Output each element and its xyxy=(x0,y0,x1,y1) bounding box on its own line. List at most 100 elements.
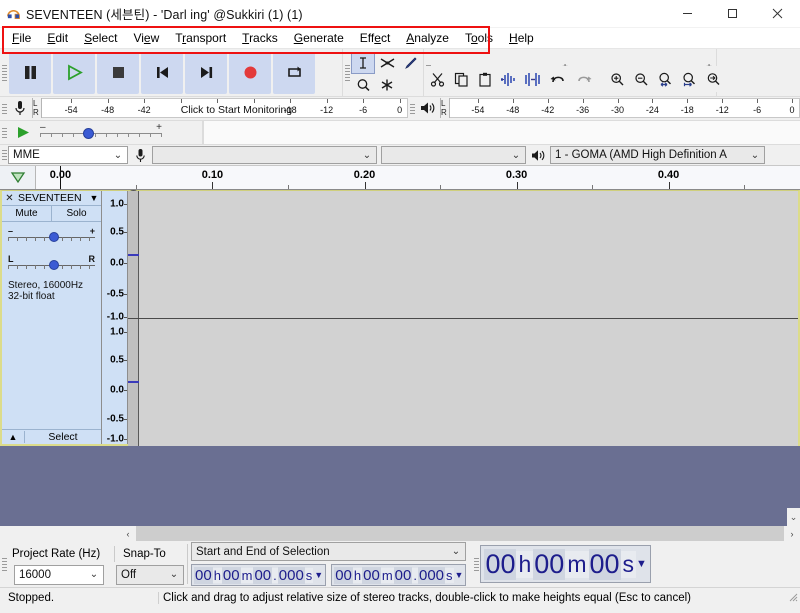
waveform-channel-right[interactable] xyxy=(128,319,798,446)
device-toolbar-grip[interactable] xyxy=(0,150,8,160)
play-button[interactable] xyxy=(53,51,95,94)
zoom-toggle-button[interactable] xyxy=(701,68,725,90)
recording-meter-grip[interactable] xyxy=(0,97,8,120)
redo-button[interactable] xyxy=(571,68,597,90)
vruler-bot-2: 0.5 xyxy=(110,354,124,366)
loop-button[interactable] xyxy=(273,51,315,94)
track-menu-caret-icon[interactable]: ▼ xyxy=(87,193,101,203)
project-rate-select[interactable]: 16000 ⌄ xyxy=(14,564,104,585)
start-minutes: 00 xyxy=(221,566,241,584)
hscroll-right-arrow[interactable]: › xyxy=(784,526,800,541)
position-time-spinner-icon[interactable]: ▼ xyxy=(636,558,647,570)
chevron-down-icon: ⌄ xyxy=(89,569,99,580)
playspeed-toolbar-grip[interactable] xyxy=(0,121,8,144)
end-seconds: 00 xyxy=(393,566,413,584)
playback-meter-scale[interactable]: -54 -48 -42 -36 -30 -24 -18 -12 -6 0 xyxy=(450,98,800,118)
pause-button[interactable] xyxy=(9,51,51,94)
skip-to-end-button[interactable] xyxy=(185,51,227,94)
ruler-label-1: 0.10 xyxy=(201,169,224,181)
selection-toolbar-grip[interactable] xyxy=(0,543,8,585)
selection-start-time[interactable]: 00 h 00 m 00 . 000 s ▼ xyxy=(191,564,327,586)
menu-help[interactable]: Help xyxy=(501,29,542,47)
draw-tool[interactable] xyxy=(399,51,423,74)
copy-button[interactable] xyxy=(449,68,473,90)
menu-view[interactable]: View xyxy=(125,29,167,47)
record-button[interactable] xyxy=(229,51,271,94)
playback-meter-grip[interactable] xyxy=(408,97,416,120)
transport-toolbar-grip[interactable] xyxy=(0,49,8,96)
audio-position-time[interactable]: 00 h 00 m 00 s ▼ xyxy=(480,545,651,583)
play-speed-slider[interactable]: – + xyxy=(38,122,164,141)
start-time-spinner-icon[interactable]: ▼ xyxy=(313,570,323,580)
menu-effect[interactable]: Effect xyxy=(352,29,399,47)
selection-tool[interactable] xyxy=(351,51,375,74)
multi-tool[interactable] xyxy=(375,73,399,96)
menu-bar: FFileile Edit Select View Transport Trac… xyxy=(0,28,800,49)
ruler-label-3: 0.30 xyxy=(505,169,528,181)
paste-button[interactable] xyxy=(473,68,497,90)
menu-generate[interactable]: Generate xyxy=(286,29,352,47)
pb-tick-1: -48 xyxy=(506,105,520,115)
vertical-scroll-down-button[interactable]: ⌄ xyxy=(787,508,800,526)
fit-selection-button[interactable] xyxy=(653,68,677,90)
fit-project-button[interactable] xyxy=(677,68,701,90)
silence-audio-button[interactable] xyxy=(521,68,545,90)
track-waveform-area[interactable] xyxy=(128,190,798,446)
envelope-tool[interactable] xyxy=(375,51,399,74)
horizontal-scrollbar[interactable]: ‹ › xyxy=(0,526,800,541)
zoom-in-button[interactable] xyxy=(605,68,629,90)
undo-button[interactable] xyxy=(545,68,571,90)
track-select-button[interactable]: Select xyxy=(24,431,101,443)
track-gain-slider[interactable]: – + xyxy=(8,224,95,246)
mute-button[interactable]: Mute xyxy=(2,206,52,221)
pinned-play-head-icon[interactable] xyxy=(0,166,36,189)
snap-to-select[interactable]: Off ⌄ xyxy=(116,564,184,585)
track-collapse-icon[interactable]: ▲ xyxy=(2,432,24,442)
trim-audio-button[interactable] xyxy=(497,68,521,90)
selection-mode-select[interactable]: Start and End of Selection ⌄ xyxy=(191,542,466,561)
solo-button[interactable]: Solo xyxy=(52,206,101,221)
minimize-button[interactable] xyxy=(665,0,710,28)
menu-tools[interactable]: Tools xyxy=(457,29,501,47)
recording-meter-toolbar[interactable]: L R -54 -48 -42 -18 -12 -6 0 Click to St… xyxy=(8,97,408,119)
hscroll-thumb[interactable] xyxy=(136,526,784,541)
recording-meter-scale[interactable]: -54 -48 -42 -18 -12 -6 0 Click to Start … xyxy=(42,98,408,118)
menu-tracks[interactable]: Tracks xyxy=(234,29,286,47)
start-monitoring-hint[interactable]: Click to Start Monitoring xyxy=(181,104,292,116)
resize-grip-icon[interactable] xyxy=(786,590,800,605)
menu-transport[interactable]: Transport xyxy=(167,29,234,47)
menu-analyze[interactable]: Analyze xyxy=(398,29,457,47)
play-at-speed-icon[interactable] xyxy=(8,125,38,140)
menu-file[interactable]: FFileile xyxy=(4,29,39,47)
track-close-button[interactable]: ✕ xyxy=(2,193,17,204)
menu-select[interactable]: Select xyxy=(76,29,125,47)
audio-host-select[interactable]: MME ⌄ xyxy=(8,146,128,164)
track-pan-slider[interactable]: L R xyxy=(8,252,95,274)
pb-tick-7: -12 xyxy=(715,105,729,115)
menu-edit[interactable]: Edit xyxy=(39,29,76,47)
skip-to-start-button[interactable] xyxy=(141,51,183,94)
zoom-out-button[interactable] xyxy=(629,68,653,90)
track-vertical-ruler[interactable]: 1.0 0.5 0.0 -0.5 -1.0 1.0 0.5 0.0 -0.5 -… xyxy=(102,191,128,445)
maximize-button[interactable] xyxy=(710,0,755,28)
hscroll-left-arrow[interactable]: ‹ xyxy=(120,526,136,541)
time-toolbar-grip[interactable] xyxy=(472,543,481,585)
cut-button[interactable] xyxy=(425,68,449,90)
start-seconds-unit: s xyxy=(304,567,314,583)
playback-meter-toolbar[interactable]: L R -54 -48 -42 -36 -30 -24 -18 -12 -6 0 xyxy=(416,97,800,119)
end-hours: 00 xyxy=(334,566,353,584)
stop-button[interactable] xyxy=(97,51,139,94)
playback-device-select[interactable]: 1 - GOMA (AMD High Definition A ⌄ xyxy=(550,146,765,164)
recording-channels-select[interactable]: ⌄ xyxy=(381,146,526,164)
end-time-spinner-icon[interactable]: ▼ xyxy=(454,570,464,580)
waveform-channel-left[interactable] xyxy=(128,190,798,319)
close-button[interactable] xyxy=(755,0,800,28)
position-minutes: 00 xyxy=(533,548,566,580)
tools-toolbar-grip[interactable] xyxy=(343,49,351,96)
selection-end-time[interactable]: 00 h 00 m 00 . 000 s ▼ xyxy=(331,564,467,586)
recording-device-select[interactable]: ⌄ xyxy=(152,146,377,164)
hscroll-track[interactable] xyxy=(136,526,784,541)
chevron-down-icon: ⌄ xyxy=(113,149,123,161)
timeline-ruler[interactable]: 0.00 0.10 0.20 0.30 0.40 xyxy=(36,166,800,189)
zoom-tool[interactable] xyxy=(351,73,375,96)
